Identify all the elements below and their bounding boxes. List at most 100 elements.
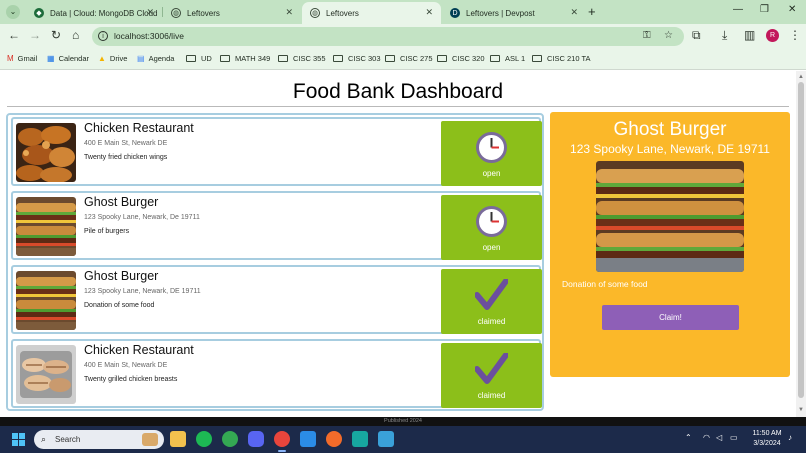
chrome-active-icon[interactable] [274, 431, 290, 452]
windows-start-icon[interactable] [12, 433, 25, 446]
download-icon[interactable]: ⤓ [722, 28, 727, 43]
bookmark-calendar[interactable]: ▦ Calendar [47, 54, 89, 63]
bookmark-folder[interactable]: MATH 349 [220, 54, 270, 63]
listing-card[interactable]: Ghost Burger 123 Spooky Lane, Newark, DE… [11, 265, 542, 334]
bookmark-star-icon[interactable]: ☆ [664, 30, 673, 41]
password-key-icon[interactable]: ⚿ [643, 30, 651, 41]
side-panel-icon[interactable]: ▥ [744, 28, 755, 42]
close-tab-icon[interactable]: ✕ [285, 7, 293, 18]
drive-icon: ▲ [98, 54, 106, 63]
listing-card[interactable]: Chicken Restaurant 400 E Main St, Newark… [11, 339, 542, 408]
globe-icon: ◍ [171, 8, 181, 18]
vscode-icon[interactable] [300, 431, 316, 447]
home-icon[interactable]: ⌂ [72, 28, 79, 42]
bookmark-folder[interactable]: CISC 320 [437, 54, 485, 63]
calendar-icon: ▦ [47, 54, 55, 63]
bookmark-label: Agenda [148, 54, 175, 63]
browser-tab-strip: ⌄ ◆ Data | Cloud: MongoDB Cloud ✕ ◍ Left… [0, 0, 806, 24]
discord-icon[interactable] [248, 431, 264, 447]
bookmark-agenda[interactable]: ▤ Agenda [137, 54, 174, 63]
listing-card[interactable]: Chicken Restaurant 400 E Main St, Newark… [11, 117, 542, 186]
system-clock[interactable]: 11:50 AM 3/3/2024 [748, 429, 786, 449]
scroll-down-icon[interactable]: ▼ [798, 407, 804, 413]
chrome-icon[interactable] [222, 431, 238, 447]
bookmark-folder[interactable]: CISC 303 [333, 54, 381, 63]
reload-icon[interactable]: ↻ [51, 28, 61, 42]
file-explorer-icon[interactable] [170, 431, 186, 447]
restaurant-address: 400 E Main St, Newark DE [84, 140, 168, 147]
close-tab-icon[interactable]: ✕ [425, 7, 433, 18]
clock-icon [476, 132, 507, 163]
new-tab-icon[interactable]: + [588, 4, 596, 19]
search-icon: ⌕ [41, 434, 47, 444]
bookmark-folder[interactable]: ASL 1 [490, 54, 525, 63]
mongodb-leaf-icon: ◆ [34, 8, 44, 18]
window-close-icon[interactable]: ✕ [788, 4, 796, 15]
site-info-icon[interactable]: i [98, 31, 108, 41]
bookmark-folder[interactable]: UD [186, 54, 212, 63]
notepad-icon[interactable] [378, 431, 394, 447]
wifi-icon[interactable]: ◠ [703, 433, 710, 442]
scroll-up-icon[interactable]: ▲ [798, 74, 804, 80]
taskbar-search[interactable]: ⌕ Search [34, 430, 164, 449]
battery-icon[interactable]: ▭ [730, 433, 738, 442]
folder-icon [333, 55, 343, 62]
volume-icon[interactable]: ◁ [716, 433, 722, 442]
forward-icon[interactable]: → [29, 28, 41, 42]
folder-icon [186, 55, 196, 62]
bookmark-folder[interactable]: CISC 275 [385, 54, 433, 63]
bookmark-gmail[interactable]: M Gmail [7, 54, 37, 63]
postman-icon[interactable] [326, 431, 342, 447]
bookmark-folder[interactable]: CISC 210 TA [532, 54, 591, 63]
bookmark-label: Gmail [17, 54, 38, 63]
claim-button[interactable]: Claim! [602, 305, 739, 330]
bookmark-label: Drive [109, 54, 128, 63]
windows-taskbar: ⌕ Search ⌃ ◠ ◁ ▭ 11:50 AM 3/3/2024 ♪ [0, 426, 806, 453]
clock-icon [476, 206, 507, 237]
folder-icon [278, 55, 288, 62]
app-icon[interactable] [352, 431, 368, 447]
restore-icon[interactable]: ❐ [760, 4, 769, 15]
food-image-fried-chicken [16, 123, 76, 182]
restaurant-address: 400 E Main St, Newark DE [84, 362, 168, 369]
status-button-claimed[interactable]: claimed [441, 269, 542, 334]
browser-tab[interactable]: D Leftovers | Devpost ✕ [442, 2, 586, 24]
bookmark-folder[interactable]: CISC 355 [278, 54, 326, 63]
page-footer: Published 2024 [0, 417, 806, 426]
detail-address: 123 Spooky Lane, Newark, DE 19711 [570, 142, 770, 156]
extensions-icon[interactable]: ⧉ [692, 28, 701, 43]
close-tab-icon[interactable]: ✕ [146, 7, 154, 18]
scrollbar-thumb[interactable] [798, 82, 804, 398]
bookmark-label: Calendar [58, 54, 89, 63]
bookmark-label: CISC 320 [452, 54, 485, 63]
status-label: open [482, 243, 501, 252]
listing-card[interactable]: Ghost Burger 123 Spooky Lane, Newark, De… [11, 191, 542, 260]
tray-chevron-icon[interactable]: ⌃ [685, 433, 692, 442]
tab-title: Leftovers [326, 8, 359, 18]
food-image-grilled-chicken [16, 345, 76, 404]
bookmark-drive[interactable]: ▲ Drive [98, 54, 127, 63]
spotify-icon[interactable] [196, 431, 212, 447]
browser-toolbar: ← → ↻ ⌂ i localhost:3006/live ⚿ ☆ ⧉ ⤓ ▥ … [0, 24, 806, 49]
status-button-open[interactable]: open [441, 195, 542, 260]
address-url[interactable]: localhost:3006/live [114, 31, 184, 41]
browser-tab[interactable]: ◍ Leftovers ✕ [163, 2, 301, 24]
menu-kebab-icon[interactable]: ⋮ [789, 28, 801, 42]
tab-search-icon[interactable]: ⌄ [6, 5, 20, 19]
browser-tab[interactable]: ◆ Data | Cloud: MongoDB Cloud ✕ [26, 2, 162, 24]
status-button-claimed[interactable]: claimed [441, 343, 542, 408]
status-label: claimed [477, 391, 506, 400]
page-scrollbar[interactable]: ▲ ▼ [796, 71, 806, 417]
profile-avatar[interactable]: R [766, 29, 779, 42]
bookmark-label: ASL 1 [505, 54, 526, 63]
minimize-icon[interactable]: — [733, 4, 743, 15]
notification-bell-icon[interactable]: ♪ [788, 433, 792, 442]
status-button-open[interactable]: open [441, 121, 542, 186]
close-tab-icon[interactable]: ✕ [570, 7, 578, 18]
food-image-burgers [16, 197, 76, 256]
back-icon[interactable]: ← [8, 28, 20, 42]
address-bar[interactable]: i localhost:3006/live ⚿ ☆ [92, 27, 684, 46]
browser-tab-active[interactable]: ◍ Leftovers ✕ [302, 2, 441, 24]
gmail-icon: M [7, 54, 14, 63]
status-label: claimed [477, 317, 506, 326]
